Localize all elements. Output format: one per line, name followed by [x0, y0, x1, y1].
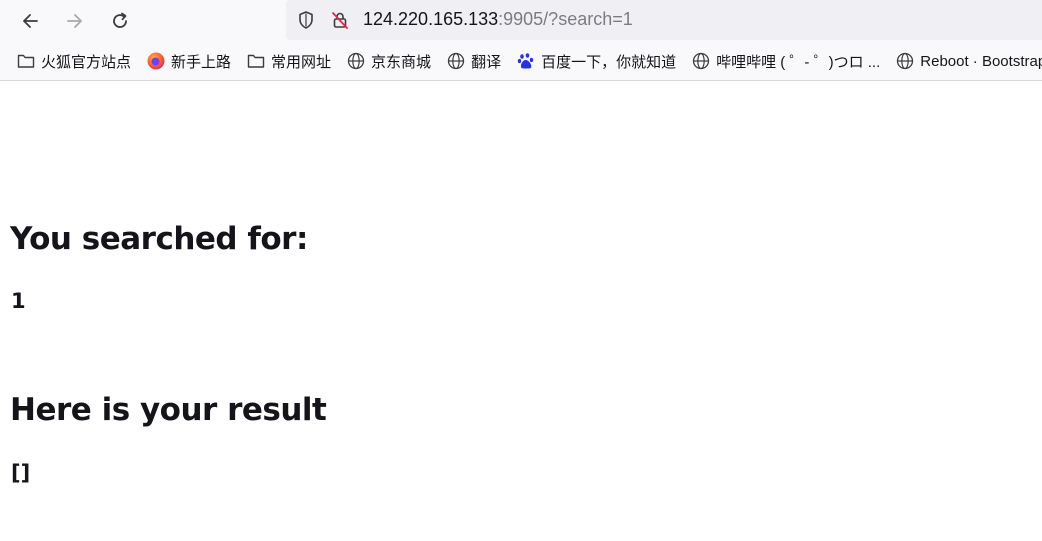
bookmark-jd-mall[interactable]: 京东商城 — [346, 51, 431, 72]
bookmark-reboot-bootstrap[interactable]: Reboot · Bootstrap — [895, 51, 1042, 71]
bookmark-label: 新手上路 — [171, 53, 232, 71]
url-path: :9905/?search=1 — [498, 9, 633, 29]
globe-icon — [691, 51, 711, 71]
bookmark-translate[interactable]: 翻译 — [446, 51, 501, 72]
reload-button[interactable] — [106, 7, 134, 35]
folder-icon — [246, 51, 266, 71]
url-host: 124.220.165.133 — [363, 9, 499, 29]
back-arrow-icon — [23, 14, 38, 28]
bookmark-label: 火狐官方站点 — [41, 53, 132, 71]
globe-icon — [895, 51, 915, 71]
url-text[interactable]: 124.220.165.133:9905/?search=1 — [363, 9, 633, 30]
bookmarks-toolbar: 火狐官方站点 新手上路 常用网址 京东商城 翻译 百度一下，你就知道 哔哩哔哩 … — [0, 42, 1042, 81]
search-heading: You searched for: — [10, 221, 308, 257]
back-button[interactable] — [16, 7, 44, 35]
bookmark-label: 百度一下，你就知道 — [541, 53, 677, 71]
bookmark-bilibili[interactable]: 哔哩哔哩 ( ゜- ゜)つロ ... — [691, 51, 880, 72]
firefox-icon — [146, 51, 166, 71]
bookmark-label: 常用网址 — [271, 53, 332, 71]
bookmark-label: 翻译 — [471, 53, 502, 71]
globe-icon — [346, 51, 366, 71]
reload-icon — [113, 12, 127, 28]
bookmark-label: 哔哩哔哩 ( ゜- ゜)つロ ... — [716, 53, 881, 71]
result-value: [] — [11, 461, 31, 485]
bookmark-getting-started[interactable]: 新手上路 — [146, 51, 231, 72]
search-value: 1 — [11, 289, 26, 313]
globe-icon — [446, 51, 466, 71]
browser-toolbar: 124.220.165.133:9905/?search=1 — [0, 0, 1042, 42]
folder-icon — [16, 51, 36, 71]
bookmark-folder-common-sites[interactable]: 常用网址 — [246, 51, 331, 72]
bookmark-baidu[interactable]: 百度一下，你就知道 — [516, 51, 676, 72]
forward-button[interactable] — [61, 7, 89, 35]
baidu-paw-icon — [516, 51, 536, 71]
result-heading: Here is your result — [10, 392, 327, 428]
forward-arrow-icon — [67, 14, 82, 28]
bookmark-label: 京东商城 — [371, 53, 432, 71]
bookmark-folder-firefox-official[interactable]: 火狐官方站点 — [16, 51, 131, 72]
shield-icon[interactable] — [296, 10, 316, 35]
address-bar[interactable]: 124.220.165.133:9905/?search=1 — [286, 0, 1042, 40]
bookmark-label: Reboot · Bootstrap — [920, 52, 1042, 70]
insecure-lock-icon[interactable] — [330, 10, 350, 35]
